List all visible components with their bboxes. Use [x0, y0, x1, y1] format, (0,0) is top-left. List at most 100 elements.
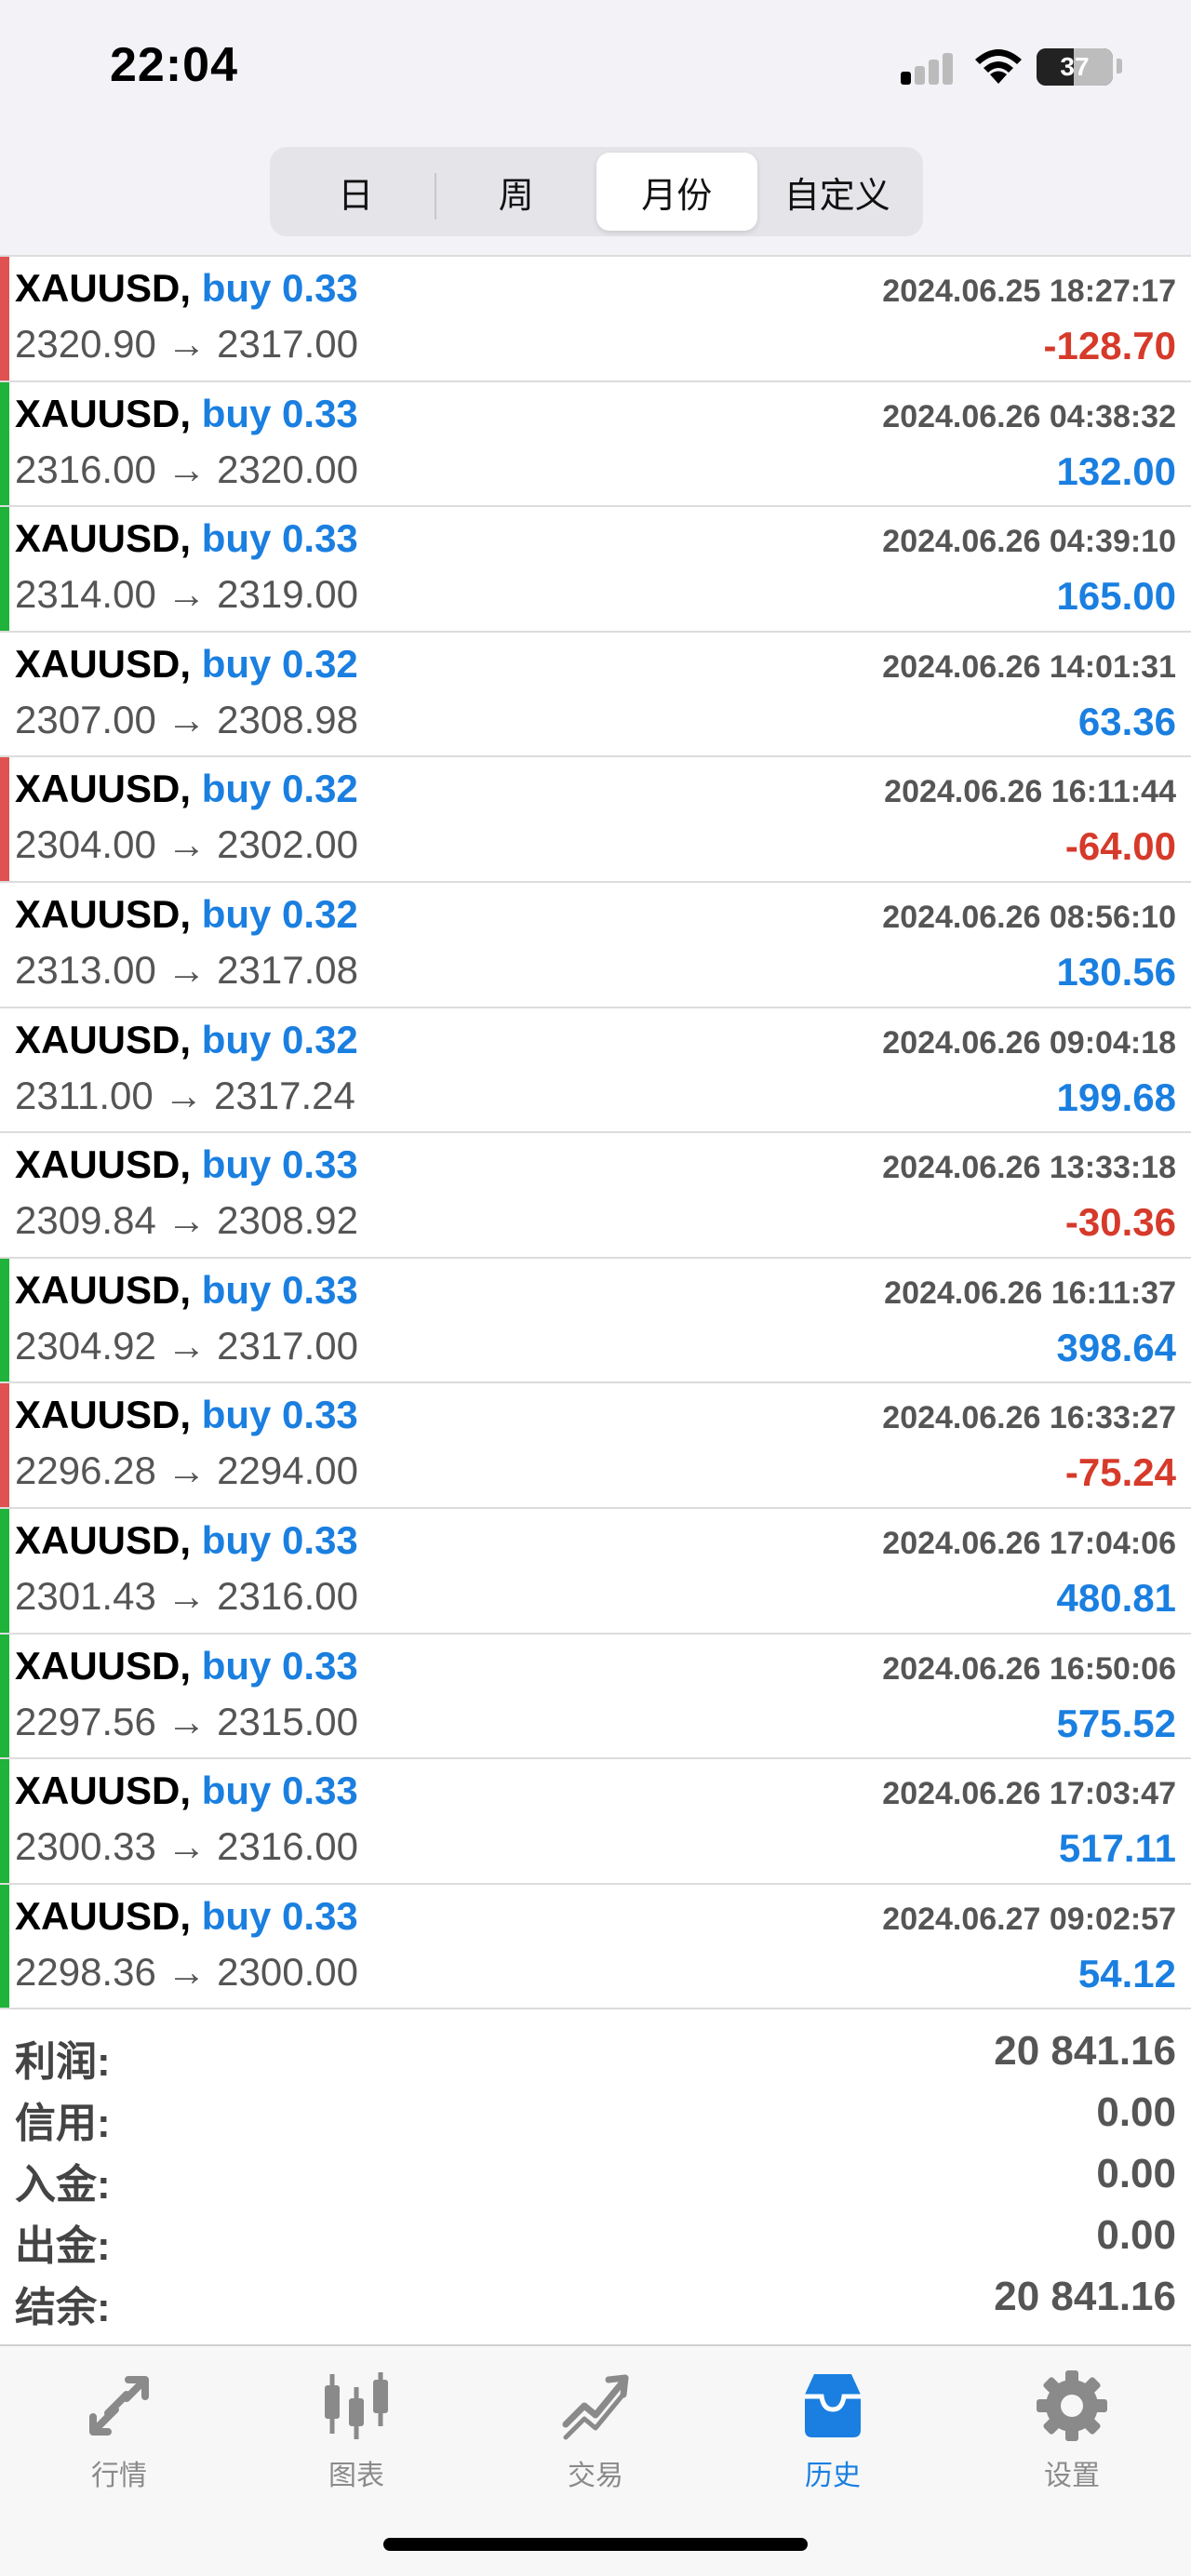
trade-symbol: XAUUSD, [15, 391, 192, 435]
trade-profit: -64.00 [1064, 824, 1176, 869]
battery-level: 37 [1060, 52, 1090, 81]
trade-direction: buy 0.33 [201, 1267, 358, 1312]
trade-row[interactable]: XAUUSD, buy 0.33 2024.06.26 16:33:27 229… [0, 1383, 1191, 1509]
trade-prices: 2297.56 → 2315.00 [15, 1699, 358, 1743]
trade-row[interactable]: XAUUSD, buy 0.32 2024.06.26 14:01:31 230… [0, 632, 1191, 758]
trade-row[interactable]: XAUUSD, buy 0.33 2024.06.26 16:50:06 229… [0, 1634, 1191, 1760]
summary-value: 20 841.16 [994, 2274, 1176, 2319]
trade-direction: buy 0.33 [201, 391, 358, 435]
trade-time: 2024.06.26 17:04:06 [882, 1525, 1176, 1561]
summary-row-withdrawal: 出金: 0.00 [0, 2205, 1191, 2269]
trade-direction: buy 0.33 [201, 266, 358, 310]
period-tab-day[interactable]: 日 [275, 153, 436, 231]
trade-history-list: XAUUSD, buy 0.33 2024.06.25 18:27:17 232… [0, 255, 1191, 2010]
trade-symbol: XAUUSD, [15, 891, 192, 936]
period-segmented-control: 日 周 月份 自定义 [270, 147, 923, 236]
trade-profit: 480.81 [1056, 1575, 1176, 1620]
trade-time: 2024.06.26 16:11:37 [884, 1275, 1176, 1311]
trade-time: 2024.06.26 16:50:06 [882, 1650, 1176, 1687]
trade-row[interactable]: XAUUSD, buy 0.32 2024.06.26 08:56:10 231… [0, 882, 1191, 1008]
trade-profit: 130.56 [1056, 949, 1176, 994]
trade-row[interactable]: XAUUSD, buy 0.33 2024.06.27 09:02:57 229… [0, 1884, 1191, 2010]
trade-status-bar [0, 633, 9, 756]
home-indicator [383, 2538, 808, 2551]
trade-status-bar [0, 1884, 9, 2009]
trade-time: 2024.06.26 04:39:10 [882, 524, 1176, 560]
period-tab-week[interactable]: 周 [436, 153, 597, 231]
trade-time: 2024.06.25 18:27:17 [882, 274, 1176, 309]
trade-prices: 2304.00 → 2302.00 [15, 822, 358, 867]
tab-settings[interactable]: 设置 [997, 2367, 1146, 2497]
trade-symbol: XAUUSD, [15, 1517, 192, 1562]
trade-symbol: XAUUSD, [15, 266, 192, 310]
trade-direction: buy 0.33 [201, 516, 358, 561]
tab-quotes[interactable]: 行情 [45, 2367, 194, 2497]
account-summary: 利润: 20 841.16 信用: 0.00 入金: 0.00 出金: 0.00… [0, 2011, 1191, 2330]
trade-profit: 517.11 [1058, 1826, 1176, 1871]
trade-prices: 2316.00 → 2320.00 [15, 447, 358, 491]
trade-row[interactable]: XAUUSD, buy 0.33 2024.06.25 18:27:17 232… [0, 257, 1191, 382]
trade-symbol: XAUUSD, [15, 1393, 192, 1437]
summary-label: 利润: [15, 2039, 111, 2085]
trade-prices: 2301.43 → 2316.00 [15, 1573, 358, 1618]
summary-label: 结余: [15, 2285, 111, 2330]
trade-status-bar [0, 1383, 9, 1507]
trade-direction: buy 0.33 [201, 1893, 358, 1938]
history-icon [805, 2374, 861, 2437]
trade-status-bar [0, 1759, 9, 1883]
trade-row[interactable]: XAUUSD, buy 0.33 2024.06.26 16:11:37 230… [0, 1258, 1191, 1384]
summary-row-deposit: 入金: 0.00 [0, 2143, 1191, 2208]
trade-symbol: XAUUSD, [15, 1643, 192, 1688]
trade-symbol: XAUUSD, [15, 1893, 192, 1938]
trade-symbol: XAUUSD, [15, 641, 192, 686]
summary-label: 入金: [15, 2162, 111, 2208]
period-tab-custom[interactable]: 自定义 [757, 153, 918, 231]
trade-row[interactable]: XAUUSD, buy 0.33 2024.06.26 13:33:18 230… [0, 1133, 1191, 1259]
trade-status-bar [0, 1133, 9, 1257]
trade-row[interactable]: XAUUSD, buy 0.33 2024.06.26 17:04:06 230… [0, 1508, 1191, 1635]
trade-direction: buy 0.33 [201, 1393, 358, 1437]
trade-prices: 2300.33 → 2316.00 [15, 1824, 358, 1869]
trade-symbol: XAUUSD, [15, 1267, 192, 1312]
status-time: 22:04 [110, 38, 238, 92]
period-tab-month[interactable]: 月份 [596, 153, 757, 231]
period-header: 日 周 月份 自定义 [0, 140, 1191, 255]
trade-direction: buy 0.33 [201, 1517, 358, 1562]
trade-status-bar [0, 1008, 9, 1132]
summary-label: 出金: [15, 2223, 111, 2269]
summary-value: 0.00 [1096, 2151, 1176, 2196]
tab-trade[interactable]: 交易 [521, 2367, 670, 2497]
trade-time: 2024.06.26 13:33:18 [882, 1150, 1176, 1186]
trade-direction: buy 0.33 [201, 1643, 358, 1688]
trade-symbol: XAUUSD, [15, 767, 192, 811]
trade-status-bar [0, 257, 9, 380]
trade-row[interactable]: XAUUSD, buy 0.32 2024.06.26 09:04:18 231… [0, 1008, 1191, 1134]
trade-time: 2024.06.26 09:04:18 [882, 1024, 1176, 1061]
trade-profit: 54.12 [1077, 1951, 1176, 1995]
trade-status-bar [0, 1508, 9, 1633]
trade-profit: 165.00 [1056, 574, 1176, 619]
trade-row[interactable]: XAUUSD, buy 0.33 2024.06.26 04:39:10 231… [0, 507, 1191, 633]
trade-time: 2024.06.26 16:33:27 [882, 1400, 1176, 1436]
trade-row[interactable]: XAUUSD, buy 0.33 2024.06.26 17:03:47 230… [0, 1759, 1191, 1885]
summary-row-profit: 利润: 20 841.16 [0, 2021, 1191, 2085]
trade-symbol: XAUUSD, [15, 1142, 192, 1187]
trade-status-bar [0, 507, 9, 631]
trade-icon [562, 2374, 629, 2440]
trade-time: 2024.06.27 09:02:57 [882, 1901, 1176, 1937]
trade-profit: 575.52 [1056, 1701, 1176, 1745]
trade-profit: -128.70 [1043, 324, 1176, 367]
tab-chart[interactable]: 图表 [282, 2367, 431, 2497]
trade-time: 2024.06.26 04:38:32 [882, 398, 1176, 434]
trade-time: 2024.06.26 08:56:10 [882, 899, 1176, 935]
trade-row[interactable]: XAUUSD, buy 0.33 2024.06.26 04:38:32 231… [0, 381, 1191, 508]
trade-prices: 2309.84 → 2308.92 [15, 1198, 358, 1243]
tab-history[interactable]: 历史 [758, 2367, 907, 2497]
trade-symbol: XAUUSD, [15, 516, 192, 561]
trade-row[interactable]: XAUUSD, buy 0.32 2024.06.26 16:11:44 230… [0, 757, 1191, 883]
wifi-icon [975, 49, 1022, 84]
summary-value: 0.00 [1096, 2212, 1176, 2258]
trade-profit: 398.64 [1056, 1325, 1176, 1369]
trade-symbol: XAUUSD, [15, 1017, 192, 1061]
trade-status-bar [0, 883, 9, 1007]
